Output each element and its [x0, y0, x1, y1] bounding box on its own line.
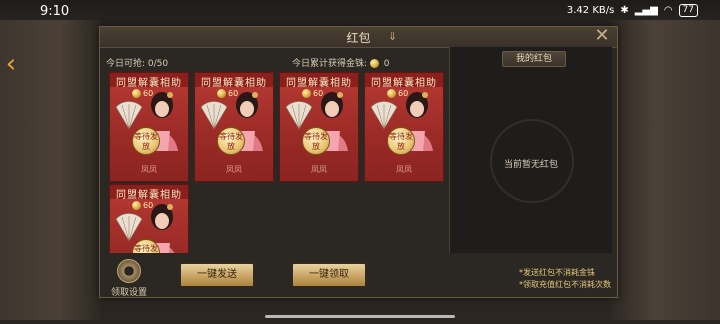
- waiting-badge: 等待发放: [387, 127, 415, 155]
- empty-message: 当前暂无红包: [503, 160, 558, 170]
- tab-my-red-packets[interactable]: 我的红包: [502, 51, 566, 67]
- status-bar: 9:10 3.42 KB/s ✱ ▂▄▆ ◠ 77: [0, 0, 720, 22]
- fan-icon: [115, 213, 143, 242]
- footer-notes: *发送红包不消耗金铢 *领取充值红包不消耗次数: [519, 267, 611, 291]
- red-packet-card[interactable]: 同盟解囊相助 60 等待发放 凤凤: [194, 72, 274, 182]
- expand-side-menu-icon[interactable]: ‹: [0, 46, 22, 82]
- red-packet-modal: 红包 ⇓ ✕ 今日可抢: 0/50 今日累计获得金铢: 0 同盟解囊相助 60 …: [99, 25, 618, 298]
- modal-footer: 领取设置 一键发送 一键领取 *发送红包不消耗金铢 *领取充值红包不消耗次数: [100, 253, 617, 298]
- my-red-packets-panel: 我的红包 当前暂无红包: [449, 47, 612, 253]
- note-send: *发送红包不消耗金铢: [519, 268, 595, 277]
- status-icons: 3.42 KB/s ✱ ▂▄▆ ◠ 77: [567, 4, 698, 17]
- fan-icon: [370, 101, 398, 130]
- red-packet-grid: 同盟解囊相助 60 等待发放 凤凤 同盟解囊相助 60 等待发放 凤凤 同盟解囊…: [106, 67, 444, 253]
- send-all-button[interactable]: 一键发送: [180, 263, 254, 287]
- fan-icon: [200, 101, 228, 130]
- sender-name: 凤凤: [396, 165, 412, 174]
- red-packet-card[interactable]: 同盟解囊相助 60 等待发放 凤凤: [109, 72, 189, 182]
- signal-icon: ▂▄▆: [634, 5, 658, 16]
- bluetooth-icon: ✱: [620, 5, 629, 16]
- fan-icon: [285, 101, 313, 130]
- red-packet-card[interactable]: 同盟解囊相助 60 等待发放 凤凤: [109, 184, 189, 253]
- sender-name: 凤凤: [226, 165, 242, 174]
- net-speed: 3.42 KB/s: [566, 5, 615, 16]
- red-packet-card[interactable]: 同盟解囊相助 60 等待发放 凤凤: [279, 72, 359, 182]
- note-claim: *领取充值红包不消耗次数: [519, 280, 611, 289]
- gear-icon: [117, 259, 141, 283]
- waiting-badge: 等待发放: [302, 127, 330, 155]
- claim-settings-label: 领取设置: [110, 288, 147, 298]
- close-button[interactable]: ✕: [593, 25, 611, 46]
- claim-settings-button[interactable]: 领取设置: [108, 259, 150, 298]
- modal-header: 红包 ⇓ ✕: [100, 25, 617, 48]
- red-packet-card[interactable]: 同盟解囊相助 60 等待发放 凤凤: [364, 72, 444, 182]
- fan-icon: [115, 101, 143, 130]
- chevron-down-icon: ⇓: [388, 30, 398, 43]
- modal-title: 红包: [346, 31, 371, 45]
- claim-all-button[interactable]: 一键领取: [292, 263, 366, 287]
- wifi-icon: ◠: [663, 5, 673, 16]
- status-time: 9:10: [40, 4, 70, 19]
- background-right-scene: [610, 20, 720, 320]
- sender-name: 凤凤: [311, 165, 327, 174]
- waiting-badge: 等待发放: [217, 127, 245, 155]
- sender-name: 凤凤: [141, 165, 157, 174]
- home-indicator[interactable]: [265, 315, 455, 318]
- battery-icon: 77: [678, 4, 698, 17]
- waiting-badge: 等待发放: [132, 127, 160, 155]
